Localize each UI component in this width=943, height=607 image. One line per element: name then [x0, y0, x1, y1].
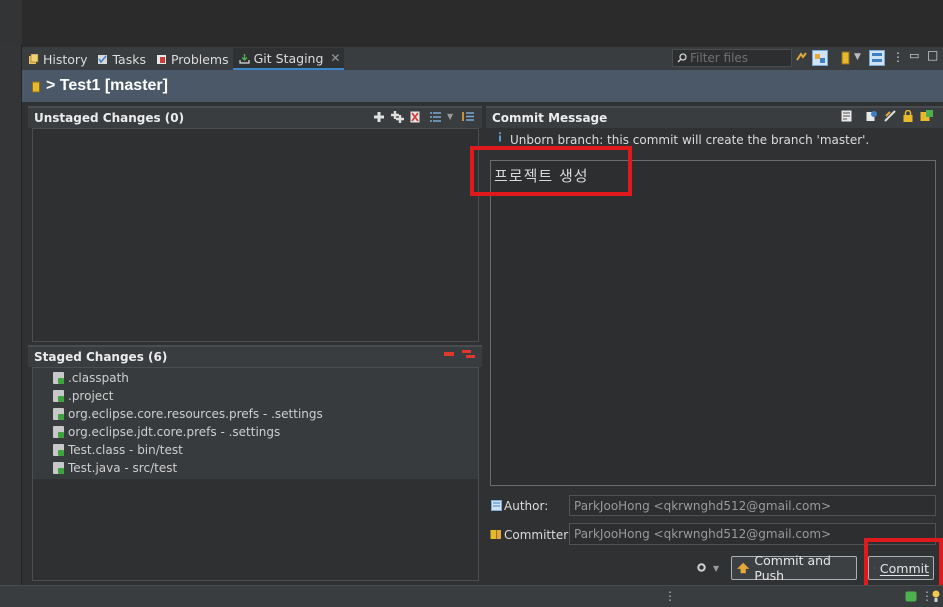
git-staging-icon — [239, 53, 250, 64]
tab-problems[interactable]: Problems — [150, 48, 233, 70]
list-item[interactable]: .project — [33, 387, 478, 405]
sort-icon[interactable] — [462, 111, 474, 122]
file-icon — [53, 408, 64, 420]
history-icon — [29, 53, 39, 64]
commit-and-push-button[interactable]: Commit and Push — [731, 553, 857, 583]
left-trim-bar — [0, 44, 22, 585]
repository-icon — [32, 81, 40, 92]
chevron-down-icon[interactable]: ▼ — [713, 564, 719, 573]
unstage-all-icon[interactable] — [462, 350, 475, 359]
list-item[interactable]: org.eclipse.core.resources.prefs - .sett… — [33, 405, 478, 423]
search-icon — [677, 53, 687, 63]
file-name: .classpath — [68, 371, 129, 385]
add-to-index-icon[interactable] — [374, 112, 384, 122]
tip-bulb-icon[interactable] — [932, 590, 940, 603]
ignore-icon[interactable] — [410, 111, 421, 123]
list-item[interactable]: .classpath — [33, 369, 478, 387]
file-name: org.eclipse.core.resources.prefs - .sett… — [68, 407, 323, 421]
push-icon — [737, 562, 750, 574]
staged-changes-header: Staged Changes (6) — [28, 345, 482, 367]
filter-files-input[interactable]: Filter files — [672, 49, 792, 67]
list-view-icon[interactable] — [430, 112, 441, 122]
sign-off-icon[interactable] — [884, 110, 896, 122]
commit-and-push-label: Commit and Push — [754, 553, 831, 583]
author-icon — [491, 500, 502, 511]
file-icon — [53, 444, 64, 456]
highlight-box — [864, 538, 943, 590]
file-name: org.eclipse.jdt.core.prefs - .settings — [68, 425, 281, 439]
file-icon — [53, 372, 64, 384]
file-name: Test.class - bin/test — [68, 443, 183, 457]
spell-check-icon[interactable] — [841, 110, 852, 122]
author-value: ParkJooHong <qkrwnghd512@gmail.com> — [574, 498, 832, 513]
info-icon — [498, 132, 502, 142]
staged-title: Staged Changes (6) — [34, 350, 168, 364]
compare-mode-icon[interactable] — [812, 50, 828, 66]
notifications-icon[interactable] — [905, 591, 917, 602]
unstaged-files-list[interactable] — [32, 128, 479, 342]
tab-label: History — [43, 51, 88, 67]
highlight-box — [470, 146, 632, 196]
unstaged-title: Unstaged Changes (0) — [34, 111, 185, 125]
editor-area — [0, 0, 943, 44]
settings-gear-icon[interactable] — [696, 562, 707, 573]
chevron-down-icon[interactable]: ▼ — [854, 52, 861, 62]
unborn-branch-info: Unborn branch: this commit will create t… — [510, 133, 870, 147]
lock-icon[interactable] — [903, 110, 913, 122]
tab-label: Tasks — [112, 51, 146, 67]
tab-git-staging[interactable]: Git Staging ✕ — [232, 48, 345, 70]
minimize-icon[interactable]: ▭ — [909, 49, 919, 62]
maximize-icon[interactable]: □ — [927, 48, 938, 62]
repository-title: > Test1 [master] — [46, 77, 168, 94]
tab-label: Problems — [170, 51, 229, 67]
filter-placeholder: Filter files — [690, 51, 749, 65]
close-icon[interactable]: ✕ — [330, 51, 340, 65]
status-separator: ⋮ — [664, 589, 676, 603]
committer-label: Committer: — [504, 528, 572, 542]
list-item[interactable]: org.eclipse.jdt.core.prefs - .settings — [33, 423, 478, 441]
staged-files-list[interactable]: .classpath .project org.eclipse.core.res… — [32, 367, 479, 581]
change-id-icon[interactable] — [920, 110, 933, 122]
problems-icon — [156, 54, 166, 64]
list-item[interactable]: Test.class - bin/test — [33, 441, 478, 459]
commit-message-textarea[interactable]: 프로젝트 생성 — [490, 160, 936, 486]
file-icon — [53, 462, 64, 474]
list-item[interactable]: Test.java - src/test — [33, 459, 478, 477]
repository-header: > Test1 [master] — [22, 70, 943, 102]
view-menu-icon[interactable]: ⋮ — [892, 50, 904, 64]
file-icon — [53, 390, 64, 402]
file-name: Test.java - src/test — [68, 461, 178, 475]
unstage-icon[interactable] — [444, 352, 454, 356]
chevron-down-icon[interactable]: ▼ — [447, 112, 453, 121]
author-field[interactable]: ParkJooHong <qkrwnghd512@gmail.com> — [569, 495, 936, 516]
repository-icon[interactable] — [841, 51, 850, 65]
tab-history[interactable]: History — [22, 48, 91, 70]
status-bar: ⋮ ⋮ — [0, 585, 943, 607]
tab-tasks[interactable]: Tasks — [91, 48, 150, 70]
layout-toggle-icon[interactable] — [869, 50, 885, 66]
committer-value: ParkJooHong <qkrwnghd512@gmail.com> — [574, 527, 832, 541]
author-label: Author: — [504, 499, 549, 513]
committer-icon — [490, 530, 501, 539]
file-name: .project — [68, 389, 114, 403]
add-all-icon[interactable] — [391, 111, 404, 123]
amend-icon[interactable] — [866, 110, 878, 122]
file-icon — [53, 426, 64, 438]
tab-label: Git Staging — [253, 50, 324, 66]
commit-message-title: Commit Message — [492, 111, 608, 125]
refresh-icon[interactable] — [795, 51, 808, 64]
tasks-icon — [98, 54, 108, 64]
